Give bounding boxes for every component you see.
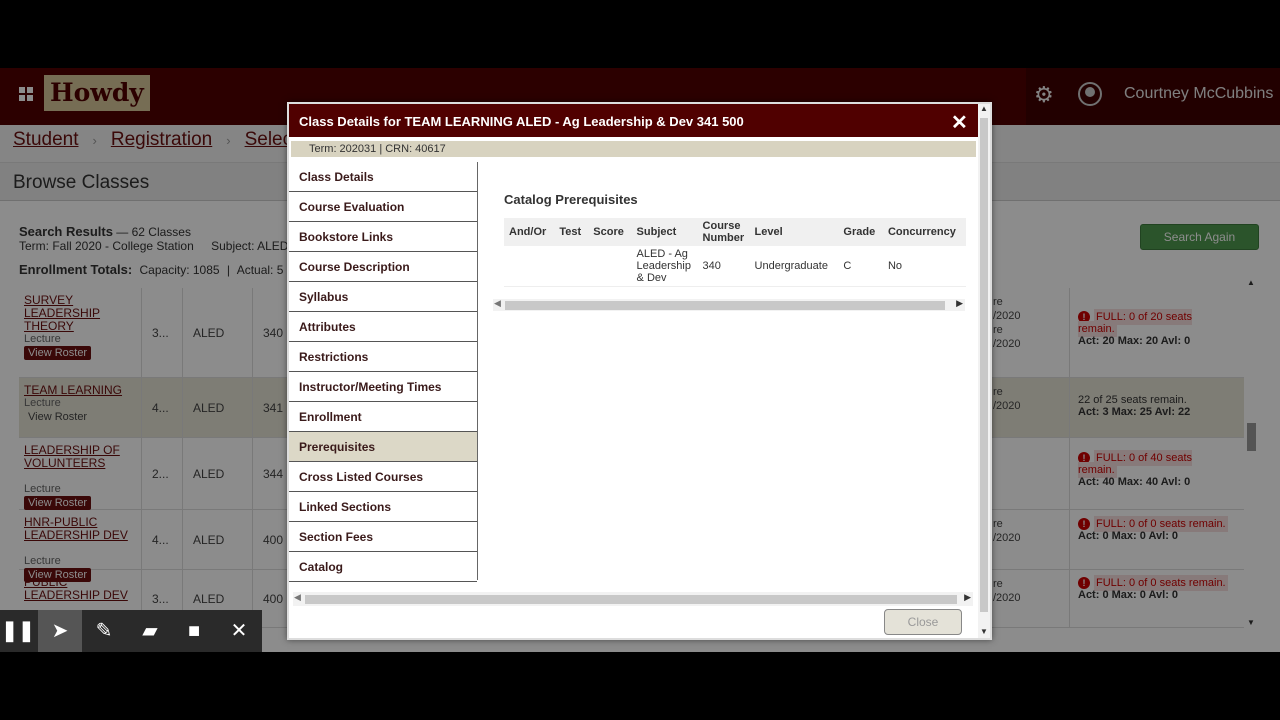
nav-item-catalog[interactable]: Catalog — [289, 552, 477, 582]
prerequisites-table: And/Or Test Score Subject Course Number Level… — [504, 218, 966, 287]
scroll-right-icon[interactable]: ▶ — [964, 592, 971, 603]
column-header: Score — [588, 218, 632, 246]
table-hscrollbar[interactable]: ◀ ▶ — [493, 298, 965, 311]
close-button[interactable]: Close — [884, 609, 962, 635]
detail-nav: Class Details Course Evaluation Bookstore … — [289, 162, 478, 582]
prerequisites-panel: Catalog Prerequisites And/Or Test Score Sub… — [489, 162, 969, 580]
browser-screen: Howdy ⚙ Courtney McCubbins Student › Regis… — [0, 68, 1280, 652]
nav-item-enrollment[interactable]: Enrollment — [289, 402, 477, 432]
table-cell: No — [882, 246, 966, 287]
nav-item-restrictions[interactable]: Restrictions — [289, 342, 477, 372]
nav-item-course-description[interactable]: Course Description — [289, 252, 477, 282]
term-crn-line: Term: 202031 | CRN: 40617 — [291, 141, 976, 157]
nav-item-course-evaluation[interactable]: Course Evaluation — [289, 192, 477, 222]
camera-icon[interactable]: ■ — [172, 610, 216, 652]
nav-item-linked-sections[interactable]: Linked Sections — [289, 492, 477, 522]
column-header: Test — [554, 218, 589, 246]
column-header: And/Or — [504, 218, 555, 246]
modal-vscrollbar[interactable]: ▲ ▼ — [978, 104, 990, 638]
scroll-left-icon[interactable]: ◀ — [494, 298, 501, 309]
scroll-up-icon[interactable]: ▲ — [980, 104, 988, 113]
modal-title: Class Details for TEAM LEARNING ALED - A… — [289, 104, 978, 137]
table-cell: Undergraduate — [749, 246, 839, 287]
scroll-down-icon[interactable]: ▼ — [980, 627, 988, 636]
close-icon[interactable]: ✕ — [951, 110, 968, 135]
table-cell — [504, 246, 555, 287]
close-icon[interactable]: ✕ — [217, 610, 261, 652]
table-cell: ALED - Ag Leadership & Dev — [631, 246, 698, 287]
table-cell — [588, 246, 632, 287]
nav-item-attributes[interactable]: Attributes — [289, 312, 477, 342]
scroll-thumb[interactable] — [305, 595, 957, 604]
scroll-left-icon[interactable]: ◀ — [294, 592, 301, 603]
pen-icon[interactable]: ✎ — [82, 610, 126, 652]
column-header: Course Number — [697, 218, 750, 246]
column-header: Grade — [838, 218, 883, 246]
column-header: Concurrency — [882, 218, 966, 246]
column-header: Subject — [631, 218, 698, 246]
pause-icon[interactable]: ❚❚ — [0, 610, 36, 652]
nav-item-class-details[interactable]: Class Details — [289, 162, 477, 192]
table-row: ALED - Ag Leadership & Dev 340 Undergradua… — [504, 246, 966, 287]
table-cell: 340 — [697, 246, 750, 287]
scroll-thumb[interactable] — [980, 118, 988, 612]
table-cell — [554, 246, 589, 287]
class-details-modal: Class Details for TEAM LEARNING ALED - A… — [287, 102, 992, 640]
section-title: Catalog Prerequisites — [504, 192, 638, 207]
scroll-thumb[interactable] — [505, 301, 945, 310]
table-cell: C — [838, 246, 883, 287]
highlighter-icon[interactable]: ▰ — [128, 610, 172, 652]
scroll-right-icon[interactable]: ▶ — [956, 298, 963, 309]
modal-hscrollbar[interactable]: ◀ ▶ — [293, 592, 973, 606]
nav-item-instructor-meeting-times[interactable]: Instructor/Meeting Times — [289, 372, 477, 402]
nav-item-section-fees[interactable]: Section Fees — [289, 522, 477, 552]
nav-item-cross-listed-courses[interactable]: Cross Listed Courses — [289, 462, 477, 492]
column-header: Level — [749, 218, 839, 246]
nav-item-prerequisites[interactable]: Prerequisites — [289, 432, 477, 462]
nav-item-bookstore-links[interactable]: Bookstore Links — [289, 222, 477, 252]
recording-toolbar: ❚❚ ➤ ✎ ▰ ■ ✕ — [0, 610, 262, 652]
pointer-icon[interactable]: ➤ — [38, 610, 82, 652]
nav-item-syllabus[interactable]: Syllabus — [289, 282, 477, 312]
